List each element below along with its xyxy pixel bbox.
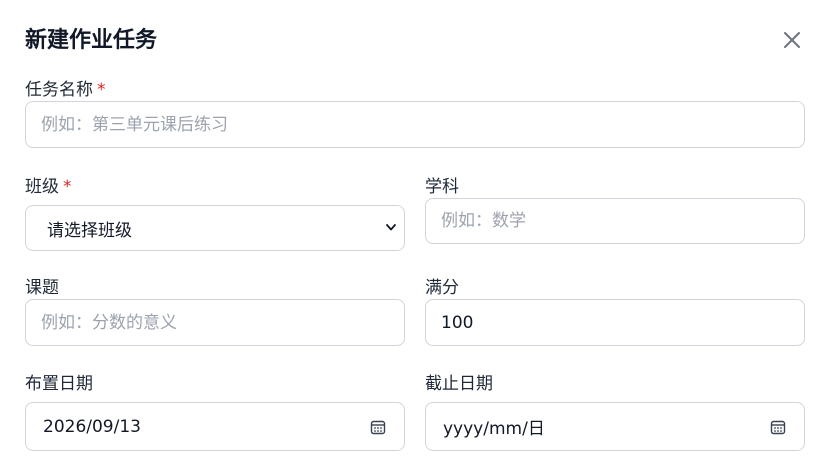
assign-date-value: 2026/09/13 <box>43 416 141 437</box>
field-full-score: 满分 <box>425 277 805 346</box>
field-assign-date: 布置日期 2026/09/13 <box>25 373 405 451</box>
topic-label: 课题 <box>25 278 59 298</box>
dialog-title: 新建作业任务 <box>25 28 158 53</box>
subject-label: 学科 <box>425 177 459 197</box>
close-icon[interactable] <box>783 31 801 49</box>
class-select-value: 请选择班级 <box>47 220 132 241</box>
close-button[interactable] <box>781 29 803 51</box>
field-due-date: 截止日期 yyyy/mm/日 <box>425 373 805 451</box>
full-score-input[interactable] <box>425 299 805 346</box>
due-date-label: 截止日期 <box>425 374 493 394</box>
chevron-down-icon <box>386 224 396 231</box>
calendar-icon[interactable] <box>770 419 786 435</box>
new-task-dialog: 新建作业任务 任务名称* 班级* 请选择班级 学科 课题 <box>0 0 820 461</box>
field-subject: 学科 <box>425 176 805 244</box>
due-date-value: yyyy/mm/日 <box>443 419 545 439</box>
required-mark: * <box>97 80 106 100</box>
required-mark: * <box>63 177 72 197</box>
assign-date-label: 布置日期 <box>25 374 93 394</box>
task-name-label: 任务名称 * <box>25 80 106 100</box>
task-name-input[interactable] <box>25 101 805 148</box>
assign-date-input[interactable]: 2026/09/13 <box>25 402 405 451</box>
class-label: 班级 * <box>25 177 72 197</box>
due-date-input[interactable]: yyyy/mm/日 <box>425 402 805 451</box>
field-topic: 课题 <box>25 277 405 346</box>
full-score-label: 满分 <box>425 278 459 298</box>
calendar-icon[interactable] <box>370 419 386 435</box>
subject-input[interactable] <box>425 198 805 244</box>
field-class: 班级 * 请选择班级 <box>25 176 405 251</box>
topic-input[interactable] <box>25 299 405 346</box>
field-task-name: 任务名称 * <box>25 79 805 148</box>
class-select[interactable]: 请选择班级 <box>25 205 405 251</box>
